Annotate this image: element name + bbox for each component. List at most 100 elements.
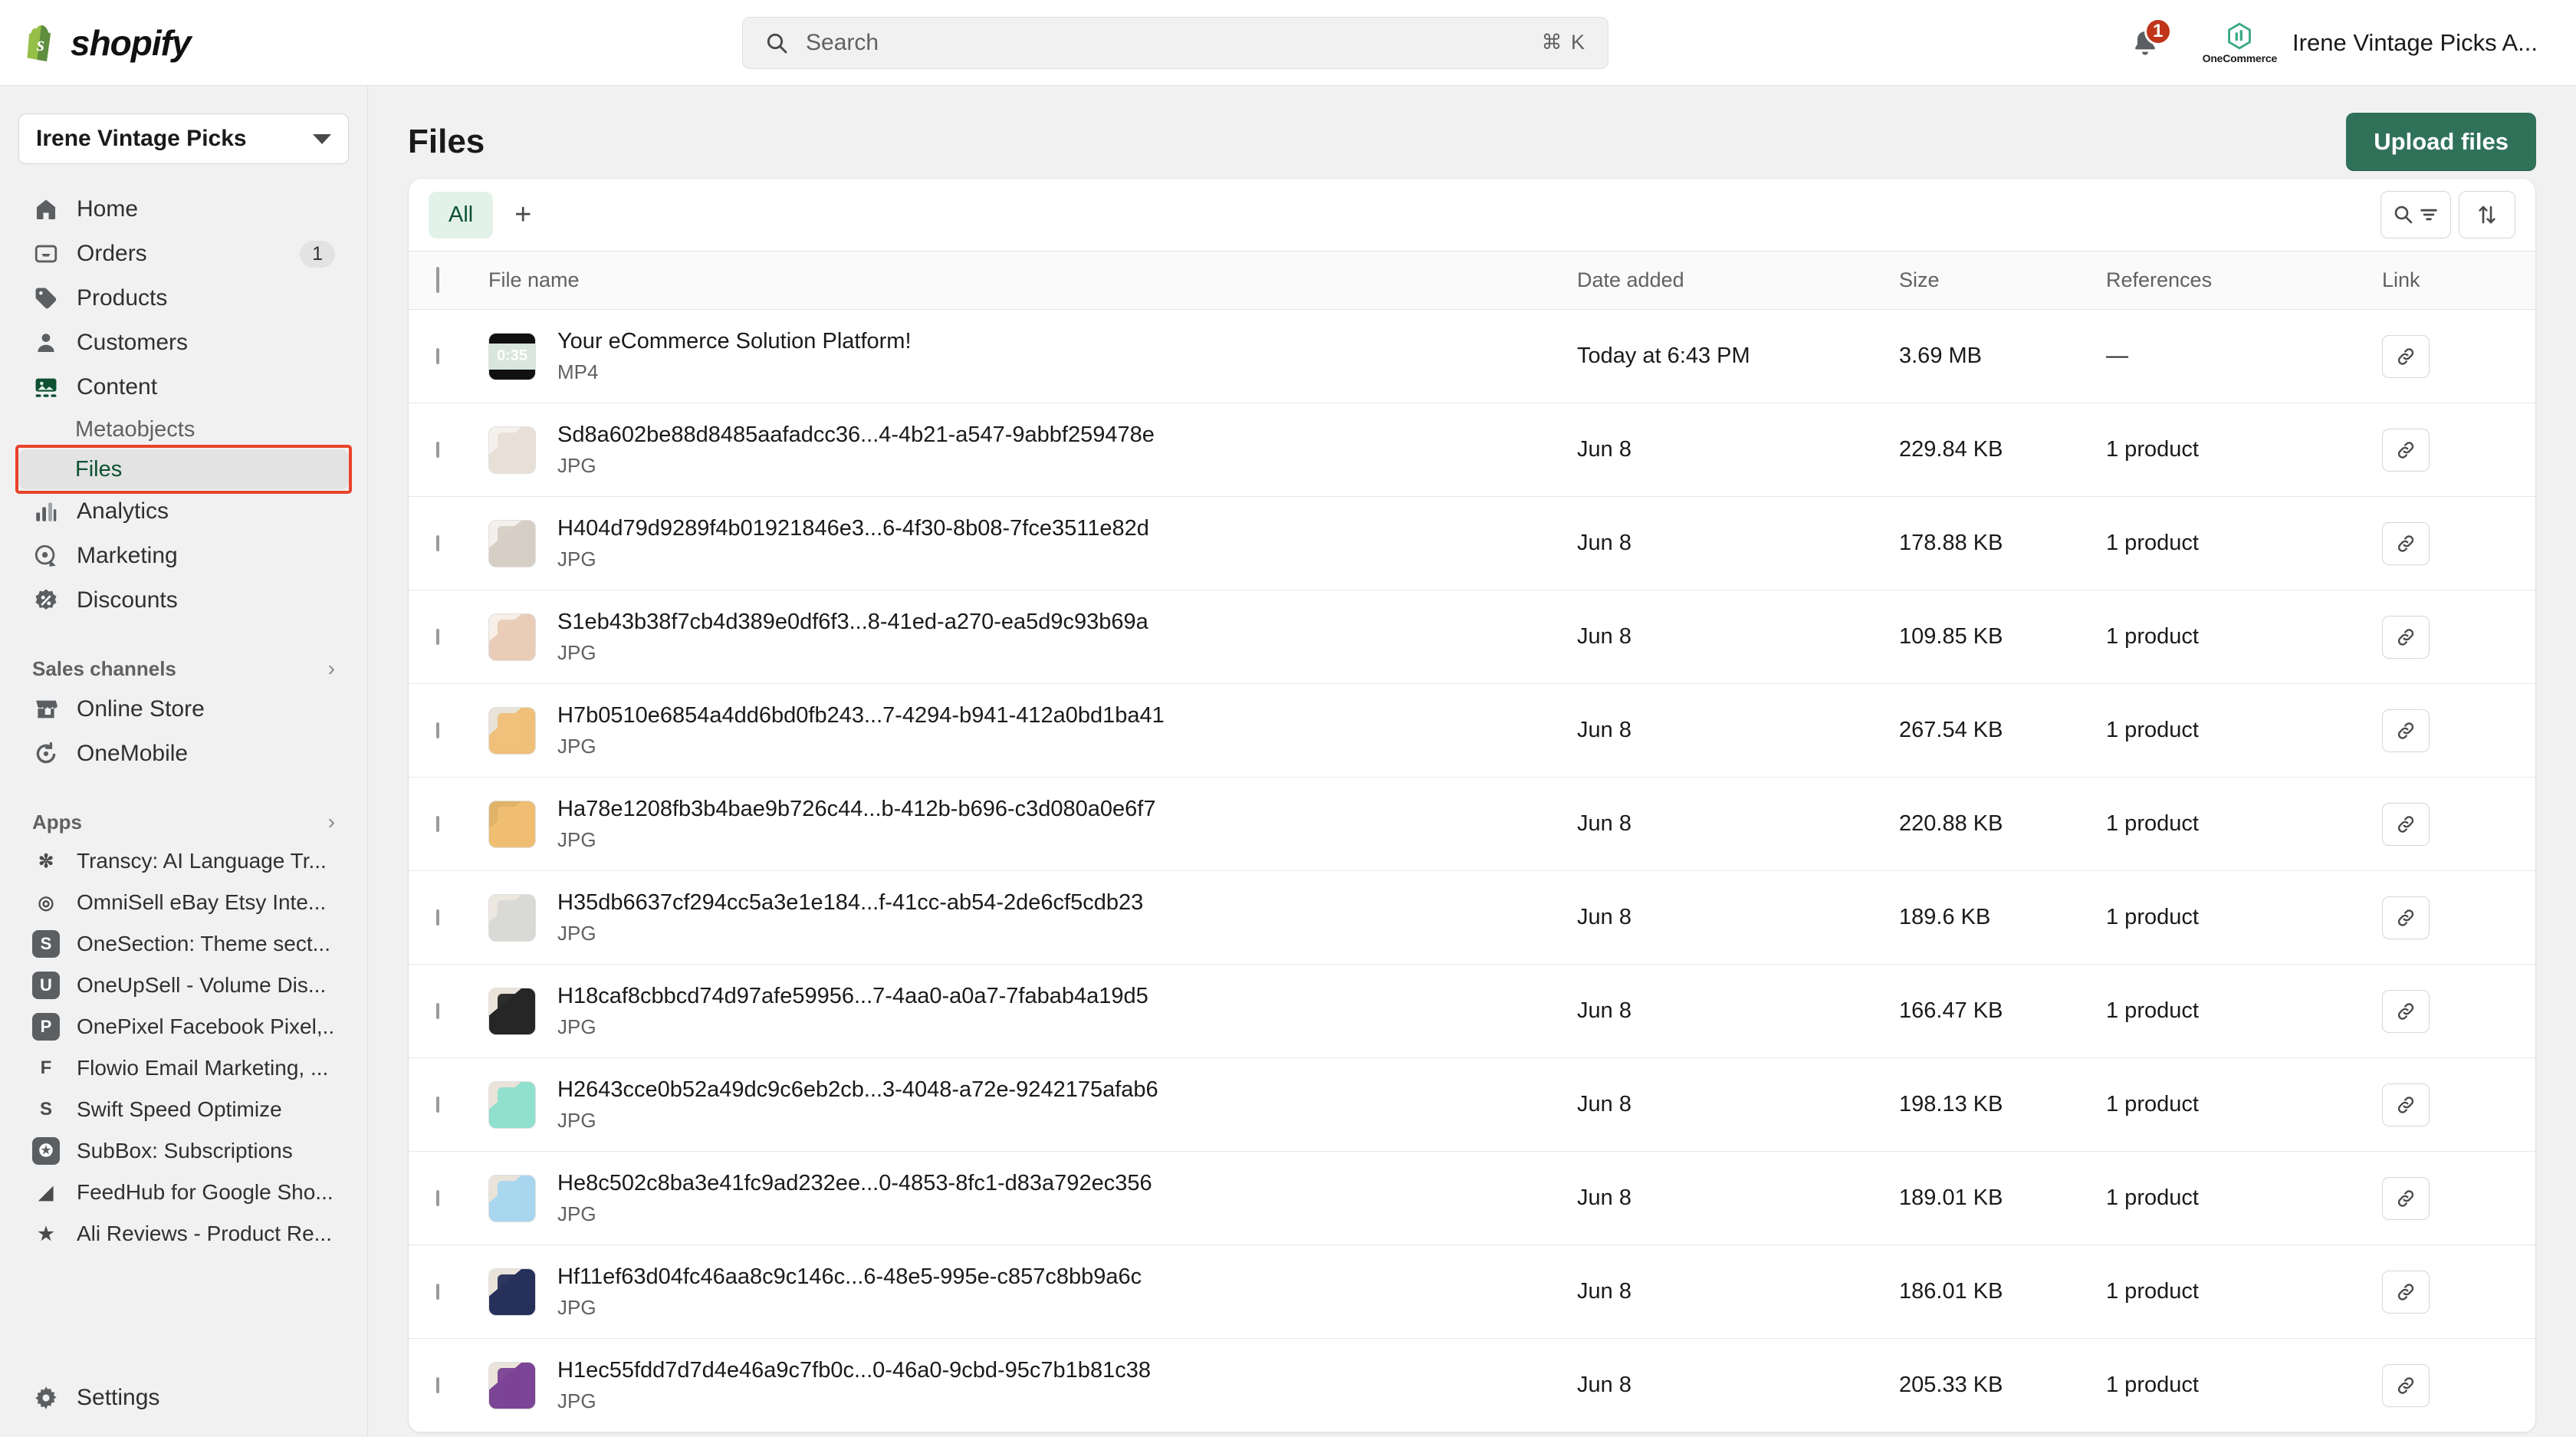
sidebar-app-onesection[interactable]: S OneSection: Theme sect...: [18, 923, 349, 965]
sidebar-item-content[interactable]: Content: [18, 365, 349, 409]
copy-link-button[interactable]: [2382, 1363, 2430, 1407]
table-row[interactable]: Sd8a602be88d8485aafadcc36...4-4b21-a547-…: [409, 403, 2535, 497]
sidebar-app-feedhub[interactable]: ◢ FeedHub for Google Sho...: [18, 1172, 349, 1213]
file-name[interactable]: H18caf8cbbcd74d97afe59956...7-4aa0-a0a7-…: [557, 984, 1148, 1009]
global-search[interactable]: Search ⌘ K: [742, 16, 1608, 69]
column-header-link[interactable]: Link: [2382, 251, 2535, 310]
sidebar-item-home[interactable]: Home: [18, 187, 349, 232]
row-checkbox[interactable]: [436, 1189, 439, 1206]
row-checkbox[interactable]: [436, 1376, 439, 1393]
row-checkbox[interactable]: [436, 347, 439, 364]
search-box[interactable]: Search ⌘ K: [742, 16, 1608, 69]
sidebar-item-products[interactable]: Products: [18, 276, 349, 321]
file-thumbnail: [488, 1174, 536, 1222]
file-name[interactable]: H1ec55fdd7d7d4e46a9c7fb0c...0-46a0-9cbd-…: [557, 1358, 1151, 1383]
upload-files-button[interactable]: Upload files: [2346, 113, 2536, 171]
sidebar-item-metaobjects[interactable]: Metaobjects: [18, 409, 349, 449]
sidebar-app-omnisell[interactable]: ◎ OmniSell eBay Etsy Inte...: [18, 882, 349, 923]
copy-link-button[interactable]: [2382, 709, 2430, 752]
shopify-logo[interactable]: s shopify: [0, 22, 192, 64]
file-name[interactable]: Sd8a602be88d8485aafadcc36...4-4b21-a547-…: [557, 423, 1155, 448]
sidebar-app-onepixel[interactable]: P OnePixel Facebook Pixel,...: [18, 1006, 349, 1047]
row-checkbox[interactable]: [436, 628, 439, 645]
table-row[interactable]: H2643cce0b52a49dc9c6eb2cb...3-4048-a72e-…: [409, 1057, 2535, 1152]
file-name[interactable]: H7b0510e6854a4dd6bd0fb243...7-4294-b941-…: [557, 703, 1165, 728]
sidebar-item-online-store[interactable]: Online Store: [18, 687, 349, 732]
add-view-button[interactable]: +: [501, 192, 545, 237]
file-name[interactable]: H35db6637cf294cc5a3e1e184...f-41cc-ab54-…: [557, 890, 1143, 916]
table-row[interactable]: H404d79d9289f4b01921846e3...6-4f30-8b08-…: [409, 496, 2535, 590]
tab-all[interactable]: All: [429, 191, 494, 238]
column-header-size[interactable]: Size: [1899, 251, 2106, 310]
column-header-date-added[interactable]: Date added: [1577, 251, 1899, 310]
file-name[interactable]: S1eb43b38f7cb4d389e0df6f3...8-41ed-a270-…: [557, 610, 1148, 635]
table-row[interactable]: Ha78e1208fb3b4bae9b726c44...b-412b-b696-…: [409, 777, 2535, 871]
table-row[interactable]: H35db6637cf294cc5a3e1e184...f-41cc-ab54-…: [409, 870, 2535, 965]
chevron-right-icon[interactable]: ›: [328, 810, 335, 834]
search-and-filter-button[interactable]: [2380, 191, 2451, 238]
swift-speed-app-icon: S: [39, 1099, 52, 1120]
file-name[interactable]: He8c502c8ba3e41fc9ad232ee...0-4853-8fc1-…: [557, 1171, 1152, 1196]
table-row[interactable]: He8c502c8ba3e41fc9ad232ee...0-4853-8fc1-…: [409, 1151, 2535, 1245]
row-checkbox[interactable]: [436, 534, 439, 551]
copy-link-button[interactable]: [2382, 615, 2430, 659]
row-checkbox[interactable]: [436, 815, 439, 832]
sidebar-item-files[interactable]: Files: [18, 449, 349, 489]
copy-link-button[interactable]: [2382, 1083, 2430, 1126]
copy-link-button[interactable]: [2382, 802, 2430, 846]
row-checkbox[interactable]: [436, 1283, 439, 1300]
sort-button[interactable]: [2459, 191, 2515, 238]
sidebar-app-flowio[interactable]: F Flowio Email Marketing, ...: [18, 1047, 349, 1089]
account-menu[interactable]: OneCommerce Irene Vintage Picks A...: [2192, 15, 2548, 71]
copy-link-button[interactable]: [2382, 1176, 2430, 1220]
file-name[interactable]: Ha78e1208fb3b4bae9b726c44...b-412b-b696-…: [557, 797, 1155, 822]
table-row[interactable]: H1ec55fdd7d7d4e46a9c7fb0c...0-46a0-9cbd-…: [409, 1338, 2535, 1432]
table-row[interactable]: Hf11ef63d04fc46aa8c9c146c...6-48e5-995e-…: [409, 1245, 2535, 1339]
copy-link-button[interactable]: [2382, 989, 2430, 1033]
row-checkbox[interactable]: [436, 722, 439, 738]
references-cell: 1 product: [2106, 1057, 2382, 1152]
sidebar-app-subbox[interactable]: ✪ SubBox: Subscriptions: [18, 1130, 349, 1172]
notifications-button[interactable]: 1: [2124, 17, 2172, 64]
table-row[interactable]: H7b0510e6854a4dd6bd0fb243...7-4294-b941-…: [409, 683, 2535, 778]
row-checkbox[interactable]: [436, 441, 439, 458]
copy-link-button[interactable]: [2382, 896, 2430, 939]
file-name[interactable]: H2643cce0b52a49dc9c6eb2cb...3-4048-a72e-…: [557, 1077, 1158, 1103]
file-name[interactable]: Your eCommerce Solution Platform!: [557, 329, 912, 354]
sidebar-item-analytics[interactable]: Analytics: [18, 489, 349, 534]
search-input[interactable]: Search: [806, 30, 1524, 56]
row-checkbox[interactable]: [436, 1096, 439, 1113]
copy-link-button[interactable]: [2382, 428, 2430, 472]
table-row[interactable]: H18caf8cbbcd74d97afe59956...7-4aa0-a0a7-…: [409, 964, 2535, 1058]
chevron-right-icon[interactable]: ›: [328, 656, 335, 681]
sidebar-app-oneupsell[interactable]: U OneUpSell - Volume Dis...: [18, 965, 349, 1006]
file-name[interactable]: H404d79d9289f4b01921846e3...6-4f30-8b08-…: [557, 516, 1149, 541]
store-switcher[interactable]: Irene Vintage Picks: [18, 113, 349, 164]
sidebar-item-customers[interactable]: Customers: [18, 321, 349, 365]
sidebar-item-settings[interactable]: Settings: [18, 1376, 349, 1420]
row-select-cell: [409, 403, 488, 497]
sidebar-item-onemobile[interactable]: OneMobile: [18, 732, 349, 776]
link-cell: [2382, 309, 2535, 403]
sidebar-app-transcy[interactable]: ✼ Transcy: AI Language Tr...: [18, 840, 349, 882]
select-all-checkbox[interactable]: [436, 267, 439, 293]
copy-link-button[interactable]: [2382, 334, 2430, 378]
column-header-references[interactable]: References: [2106, 251, 2382, 310]
sidebar-app-swift-speed-optimize[interactable]: S Swift Speed Optimize: [18, 1089, 349, 1130]
copy-link-button[interactable]: [2382, 521, 2430, 565]
sidebar-item-marketing[interactable]: Marketing: [18, 534, 349, 578]
apps-section[interactable]: Apps ›: [18, 804, 349, 840]
file-name[interactable]: Hf11ef63d04fc46aa8c9c146c...6-48e5-995e-…: [557, 1264, 1142, 1290]
copy-link-button[interactable]: [2382, 1270, 2430, 1314]
row-checkbox[interactable]: [436, 1002, 439, 1019]
table-row[interactable]: S1eb43b38f7cb4d389e0df6f3...8-41ed-a270-…: [409, 590, 2535, 684]
sidebar-item-discounts[interactable]: Discounts: [18, 578, 349, 623]
sidebar-item-orders[interactable]: Orders 1: [18, 232, 349, 276]
references-value: 1 product: [2106, 718, 2199, 742]
link-cell: [2382, 683, 2535, 778]
table-row[interactable]: 0:35 Your eCommerce Solution Platform! M…: [409, 309, 2535, 403]
row-checkbox[interactable]: [436, 909, 439, 926]
sales-channels-section[interactable]: Sales channels ›: [18, 650, 349, 687]
column-header-file-name[interactable]: File name: [488, 251, 1577, 310]
sidebar-app-ali-reviews[interactable]: ★ Ali Reviews - Product Re...: [18, 1213, 349, 1254]
